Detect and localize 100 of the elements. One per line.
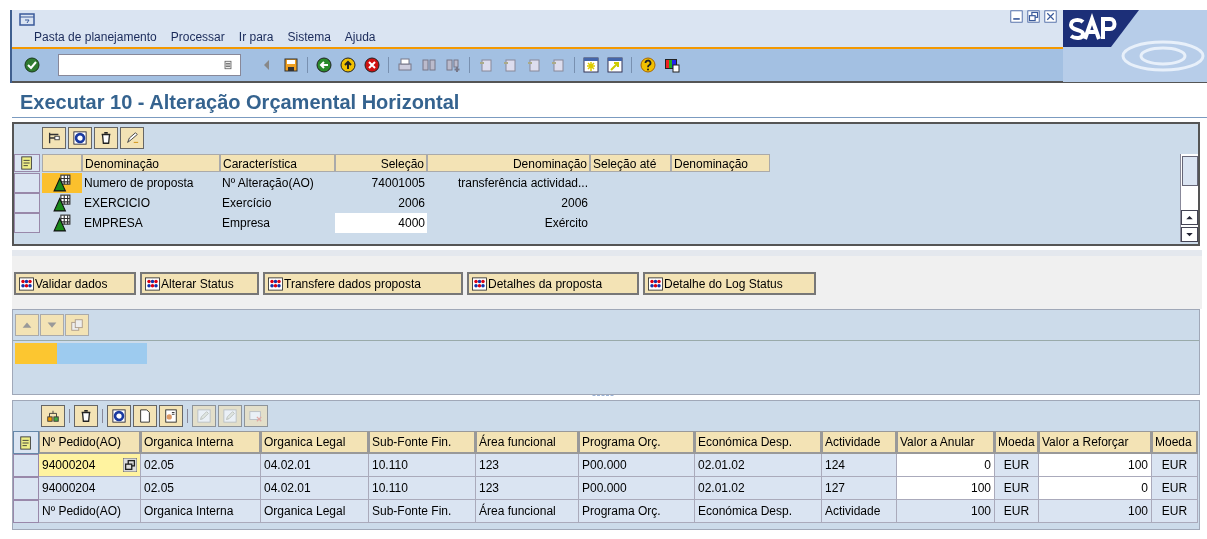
column-header[interactable]: Área funcional — [476, 431, 579, 454]
menu-item[interactable]: Sistema — [287, 30, 331, 44]
table-cell-text: Nº Alteração(AO) — [221, 175, 315, 192]
characteristic-icon[interactable] — [42, 173, 82, 193]
print-icon[interactable] — [397, 57, 413, 73]
edit-button[interactable] — [192, 405, 216, 427]
column-header[interactable]: Económica Desp. — [695, 431, 822, 454]
menu-item[interactable]: Ir para — [238, 30, 274, 44]
hierarchy-icon — [47, 131, 61, 145]
new-document-button[interactable] — [133, 405, 157, 427]
column-header[interactable]: Denominação — [82, 154, 220, 172]
column-header[interactable]: Organica Interna — [141, 431, 261, 454]
screen-title: Executar 10 - Alteração Orçamental Horizontal — [19, 90, 461, 114]
row-selector[interactable] — [13, 477, 39, 500]
column-header[interactable]: Denominação — [671, 154, 770, 172]
trash-icon — [99, 131, 113, 145]
table-cell-text: 2006 — [560, 195, 589, 212]
column-header[interactable]: Organica Legal — [261, 431, 369, 454]
table-cell-text: Empresa — [221, 215, 272, 232]
help-icon[interactable] — [640, 57, 656, 73]
scrollbar[interactable] — [1180, 154, 1198, 242]
table-cell: Económica Desp. — [695, 500, 822, 523]
input-field[interactable]: 0 — [897, 454, 995, 477]
column-header[interactable]: Seleção até — [590, 154, 671, 172]
column-header[interactable]: Moeda — [995, 431, 1039, 454]
table-cell: Nº Pedido(AO) — [39, 500, 141, 523]
column-header[interactable]: Programa Orç. — [579, 431, 695, 454]
action-button[interactable]: Alterar Status — [140, 272, 259, 295]
scroll-down-icon[interactable] — [1181, 227, 1198, 242]
delete-row-button[interactable] — [244, 405, 268, 427]
new-session-icon[interactable] — [583, 57, 599, 73]
delete-button[interactable] — [74, 405, 98, 427]
column-header[interactable]: Seleção — [335, 154, 427, 172]
row-selector[interactable] — [13, 500, 39, 523]
edit-button[interactable] — [120, 127, 144, 149]
expand-button[interactable] — [42, 127, 66, 149]
action-button[interactable]: Detalhes da proposta — [467, 272, 639, 295]
column-header[interactable]: Valor a Reforçar — [1039, 431, 1152, 454]
refresh-button[interactable] — [107, 405, 131, 427]
save-icon[interactable] — [283, 57, 299, 73]
select-all-button[interactable] — [14, 154, 40, 172]
exit-icon[interactable] — [340, 57, 356, 73]
row-selector[interactable] — [13, 454, 39, 477]
select-all-button[interactable] — [13, 431, 39, 454]
cell-value: 94000204 — [42, 457, 96, 474]
row-selector[interactable] — [14, 193, 40, 213]
details-button[interactable] — [41, 405, 65, 427]
refresh-icon — [112, 409, 126, 423]
list-icon — [20, 156, 34, 170]
restore-icon[interactable] — [1027, 10, 1040, 23]
column-header[interactable]: Moeda — [1152, 431, 1198, 454]
table-cell: 02.01.02 — [695, 454, 822, 477]
input-field[interactable]: 94000204 — [39, 454, 141, 477]
table-cell-text: Exército — [543, 215, 589, 232]
cancel-icon[interactable] — [364, 57, 380, 73]
back-icon[interactable] — [316, 57, 332, 73]
action-button[interactable]: Validar dados — [14, 272, 136, 295]
layout-button[interactable] — [159, 405, 183, 427]
input-field[interactable]: 0 — [1039, 477, 1152, 500]
table-cell: 02.05 — [141, 477, 261, 500]
column-header[interactable]: Característica — [220, 154, 335, 172]
layout-icon[interactable] — [664, 57, 680, 73]
scroll-up-icon[interactable] — [1181, 210, 1198, 225]
column-header[interactable]: Sub-Fonte Fin. — [369, 431, 476, 454]
row-selector[interactable] — [14, 213, 40, 233]
table-cell-text: Exercício — [221, 195, 273, 212]
delete-button[interactable] — [94, 127, 118, 149]
input-field[interactable]: 100 — [1039, 454, 1152, 477]
close-icon[interactable] — [1044, 10, 1057, 23]
enter-icon[interactable] — [24, 57, 40, 73]
table-cell: 4000 — [335, 213, 427, 233]
minimize-icon[interactable] — [1010, 10, 1023, 23]
table-cell-text: transferência actividad... — [456, 175, 589, 192]
pyramid-icon — [53, 194, 71, 212]
input-field[interactable]: 100 — [897, 477, 995, 500]
menu-item[interactable]: Ajuda — [344, 30, 376, 44]
refresh-button[interactable] — [68, 127, 92, 149]
column-header[interactable]: Valor a Anular — [897, 431, 995, 454]
table-cell: Programa Orç. — [579, 500, 695, 523]
action-button[interactable]: Transfere dados proposta — [263, 272, 463, 295]
close-icon — [249, 409, 263, 423]
edit-button[interactable] — [218, 405, 242, 427]
table-cell-text: Numero de proposta — [83, 175, 195, 192]
form-icon — [164, 409, 178, 423]
column-header[interactable]: Nº Pedido(AO) — [39, 431, 141, 454]
pencil-icon — [125, 131, 139, 145]
column-header[interactable]: Actividade — [822, 431, 897, 454]
table-cell: 100 — [1039, 500, 1152, 523]
traffic-lights-icon — [472, 276, 487, 291]
shortcut-icon[interactable] — [607, 57, 623, 73]
dropdown-icon[interactable] — [222, 59, 234, 71]
menu-item[interactable]: Pasta de planejamento — [34, 30, 157, 44]
column-header[interactable]: Denominação — [427, 154, 590, 172]
value-help-icon[interactable] — [123, 458, 137, 472]
command-field[interactable] — [58, 54, 241, 76]
action-button[interactable]: Detalhe do Log Status — [643, 272, 816, 295]
table-cell: P00.000 — [579, 454, 695, 477]
table-cell: EUR — [1152, 477, 1198, 500]
menu-item[interactable]: Processar — [170, 30, 225, 44]
table-cell: 127 — [822, 477, 897, 500]
